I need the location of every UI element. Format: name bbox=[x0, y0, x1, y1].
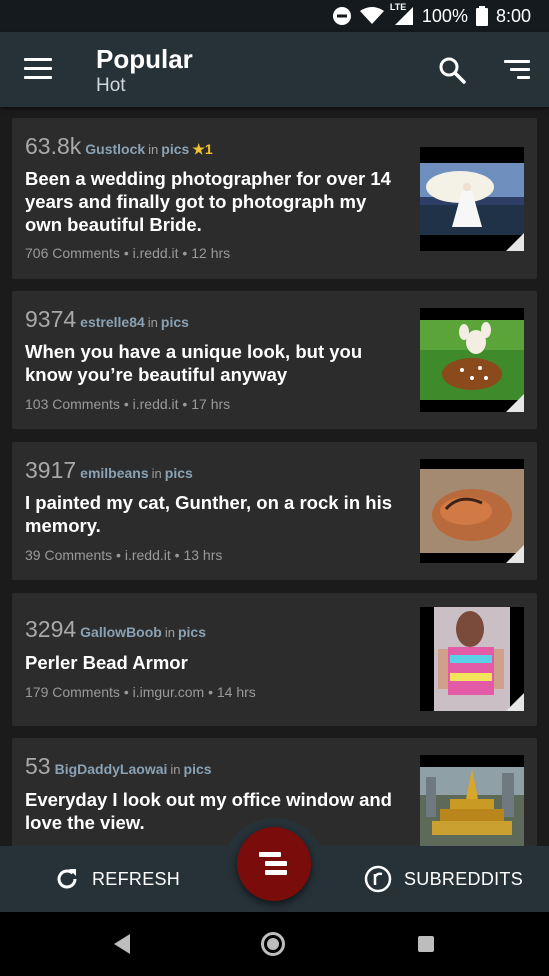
do-not-disturb-icon bbox=[332, 6, 352, 26]
clock: 8:00 bbox=[495, 5, 531, 26]
post-feed[interactable]: 63.8k Gustlock in pics ★1 Been a wedding pho… bbox=[0, 107, 549, 846]
search-icon[interactable] bbox=[438, 56, 466, 84]
post-card[interactable]: 9374 estrelle84 in pics When you have a uni… bbox=[12, 291, 537, 429]
back-icon[interactable] bbox=[114, 934, 130, 954]
in-label: in bbox=[151, 466, 162, 481]
post-domain: i.redd.it bbox=[132, 396, 179, 412]
post-title[interactable]: Everyday I look out my office window and… bbox=[25, 788, 405, 834]
wifi-icon bbox=[359, 7, 384, 25]
post-meta: 53 BigDaddyLaowai in pics bbox=[25, 753, 212, 780]
battery-percent: 100% bbox=[421, 5, 468, 26]
post-age: 13 hrs bbox=[183, 547, 223, 563]
post-subreddit[interactable]: pics bbox=[161, 141, 189, 157]
post-info: 39 Comments • i.redd.it • 13 hrs bbox=[25, 547, 223, 563]
post-author[interactable]: emilbeans bbox=[80, 465, 148, 481]
gilded-badge: ★1 bbox=[192, 141, 213, 157]
subreddits-label: SUBREDDITS bbox=[404, 868, 524, 889]
post-thumbnail[interactable] bbox=[420, 459, 524, 563]
post-meta: 9374 estrelle84 in pics bbox=[25, 306, 189, 333]
post-card[interactable]: 3294 GallowBoob in pics Perler Bead Armor 1… bbox=[12, 593, 537, 726]
post-info: 179 Comments • i.imgur.com • 14 hrs bbox=[25, 684, 256, 700]
cell-signal-icon: LTE bbox=[390, 2, 414, 26]
home-icon[interactable] bbox=[261, 932, 285, 956]
post-subreddit[interactable]: pics bbox=[165, 465, 193, 481]
fab-icon[interactable] bbox=[237, 827, 311, 901]
in-label: in bbox=[164, 625, 175, 640]
post-thumbnail[interactable] bbox=[420, 607, 524, 711]
post-thumbnail[interactable] bbox=[420, 308, 524, 412]
post-thumbnail[interactable] bbox=[420, 755, 524, 846]
post-domain: i.redd.it bbox=[124, 547, 171, 563]
post-title[interactable]: Perler Bead Armor bbox=[25, 651, 405, 674]
post-info: 706 Comments • i.redd.it • 12 hrs bbox=[25, 245, 231, 261]
expand-corner-icon bbox=[506, 693, 524, 711]
post-title[interactable]: Been a wedding photographer for over 14 … bbox=[25, 167, 405, 236]
post-meta: 63.8k Gustlock in pics ★1 bbox=[25, 133, 213, 160]
sort-subtitle: Hot bbox=[96, 75, 126, 96]
post-comments[interactable]: 179 Comments bbox=[25, 684, 120, 700]
network-type: LTE bbox=[389, 2, 407, 12]
post-author[interactable]: estrelle84 bbox=[80, 314, 145, 330]
menu-icon[interactable] bbox=[24, 58, 52, 80]
app-bar: Popular Hot bbox=[0, 32, 549, 107]
post-score: 3294 bbox=[25, 616, 77, 642]
status-bar: LTE 100% 8:00 bbox=[0, 0, 549, 32]
post-title[interactable]: I painted my cat, Gunther, on a rock in … bbox=[25, 491, 405, 537]
post-subreddit[interactable]: pics bbox=[184, 761, 212, 777]
post-age: 14 hrs bbox=[216, 684, 256, 700]
expand-corner-icon bbox=[506, 233, 524, 251]
post-domain: i.redd.it bbox=[132, 245, 179, 261]
post-author[interactable]: Gustlock bbox=[85, 141, 145, 157]
post-author[interactable]: GallowBoob bbox=[80, 624, 162, 640]
post-score: 63.8k bbox=[25, 133, 82, 159]
in-label: in bbox=[148, 142, 159, 157]
refresh-icon bbox=[54, 866, 80, 892]
post-author[interactable]: BigDaddyLaowai bbox=[55, 761, 168, 777]
post-card[interactable]: 3917 emilbeans in pics I painted my cat, Gu… bbox=[12, 442, 537, 580]
post-subreddit[interactable]: pics bbox=[161, 314, 189, 330]
in-label: in bbox=[147, 315, 158, 330]
post-info: 103 Comments • i.redd.it • 17 hrs bbox=[25, 396, 231, 412]
battery-icon bbox=[475, 6, 488, 26]
post-comments[interactable]: 103 Comments bbox=[25, 396, 120, 412]
post-domain: i.imgur.com bbox=[132, 684, 205, 700]
post-score: 53 bbox=[25, 753, 51, 779]
post-subreddit[interactable]: pics bbox=[178, 624, 206, 640]
post-meta: 3294 GallowBoob in pics bbox=[25, 616, 206, 643]
post-age: 17 hrs bbox=[191, 396, 231, 412]
in-label: in bbox=[170, 762, 181, 777]
post-score: 3917 bbox=[25, 457, 77, 483]
post-comments[interactable]: 39 Comments bbox=[25, 547, 112, 563]
post-age: 12 hrs bbox=[191, 245, 231, 261]
refresh-label: REFRESH bbox=[92, 868, 181, 889]
recents-icon[interactable] bbox=[418, 936, 434, 952]
expand-corner-icon bbox=[506, 545, 524, 563]
page-title: Popular bbox=[96, 44, 193, 74]
sort-icon[interactable] bbox=[502, 60, 530, 80]
post-thumbnail[interactable] bbox=[420, 147, 524, 251]
post-meta: 3917 emilbeans in pics bbox=[25, 457, 193, 484]
post-score: 9374 bbox=[25, 306, 77, 332]
post-card[interactable]: 63.8k Gustlock in pics ★1 Been a wedding pho… bbox=[12, 118, 537, 279]
subreddits-button[interactable]: SUBREDDITS bbox=[364, 846, 523, 912]
refresh-button[interactable]: REFRESH bbox=[54, 846, 180, 912]
post-title[interactable]: When you have a unique look, but you kno… bbox=[25, 340, 405, 386]
subreddits-icon bbox=[364, 865, 392, 893]
expand-corner-icon bbox=[506, 394, 524, 412]
system-nav-bar bbox=[0, 912, 549, 976]
post-comments[interactable]: 706 Comments bbox=[25, 245, 120, 261]
